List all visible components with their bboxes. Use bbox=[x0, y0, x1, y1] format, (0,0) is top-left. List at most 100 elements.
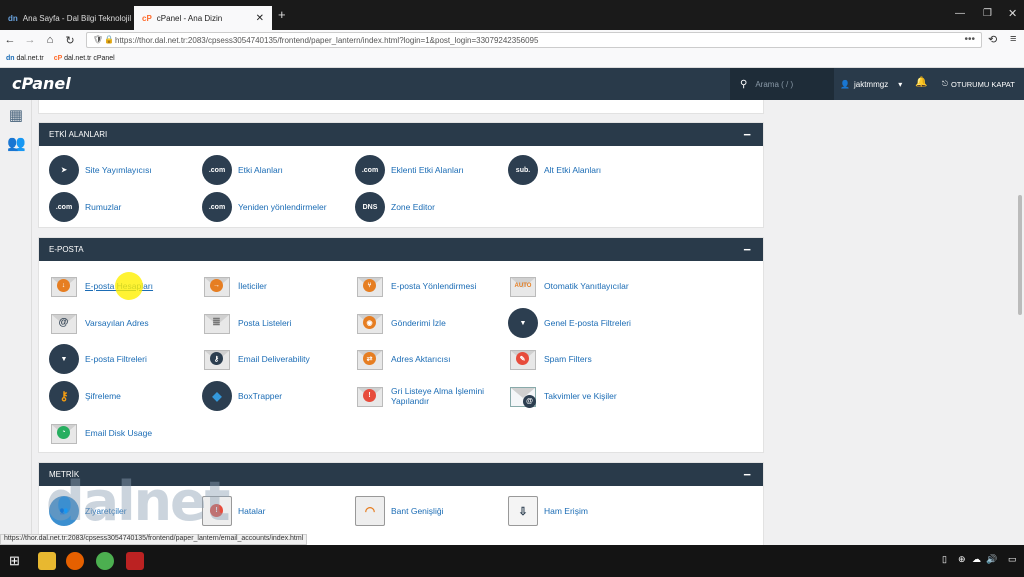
address-bar[interactable]: 🛡 🔒 https://thor.dal.net.tr:2083/cpsess3… bbox=[86, 32, 982, 48]
collapse-icon[interactable]: − bbox=[743, 467, 751, 482]
grid-icon[interactable]: ▦ bbox=[7, 106, 25, 124]
windows-start-icon[interactable]: ⊞ bbox=[9, 553, 20, 569]
lock-icon: 🔒 bbox=[104, 35, 114, 44]
network-icon[interactable]: ⊕ bbox=[958, 554, 966, 565]
search-icon: ⚲ bbox=[740, 78, 748, 90]
close-window-icon[interactable]: ✕ bbox=[1008, 7, 1017, 20]
collapse-icon[interactable]: − bbox=[743, 242, 751, 257]
calendars-contacts-item[interactable]: @ Takvimler ve Kişiler bbox=[508, 381, 658, 411]
username: jaktmmgz bbox=[853, 79, 889, 89]
reload-icon[interactable]: ↻ bbox=[60, 34, 80, 47]
document-download-icon: ⇩ bbox=[508, 496, 538, 526]
logout-icon: ⎋ bbox=[942, 79, 948, 88]
global-filters-item[interactable]: ▼ Genel E-posta Filtreleri bbox=[508, 308, 658, 338]
redirects-item[interactable]: .com Yeniden yönlendirmeler bbox=[202, 192, 352, 222]
default-address-item[interactable]: @ Varsayılan Adres bbox=[49, 308, 199, 338]
email-filters-item[interactable]: ▼ E-posta Filtreleri bbox=[49, 344, 199, 374]
back-icon[interactable]: ← bbox=[0, 34, 20, 46]
email-deliverability-item[interactable]: ⚷ Email Deliverability bbox=[202, 344, 352, 374]
bell-icon[interactable]: 🔔 bbox=[915, 77, 927, 88]
envelope-routing-icon: ⑂ bbox=[355, 271, 385, 301]
email-panel: E-POSTA − ↓ E-posta Hesapları → İleticil… bbox=[38, 237, 764, 453]
new-tab-icon[interactable]: + bbox=[278, 7, 286, 22]
bookmark-item[interactable]: cP dal.net.tr cPanel bbox=[54, 55, 115, 62]
scrollbar-thumb[interactable] bbox=[1018, 195, 1022, 315]
restore-icon[interactable]: ❐ bbox=[983, 8, 992, 19]
key-icon: ⚷ bbox=[49, 381, 79, 411]
volume-icon[interactable]: 🔊 bbox=[986, 554, 997, 565]
spam-filters-item[interactable]: ✎ Spam Filters bbox=[508, 344, 658, 374]
users-icon[interactable]: 👥 bbox=[7, 134, 26, 152]
com-redirect-icon: .com bbox=[202, 192, 232, 222]
dns-icon: DNS bbox=[355, 192, 385, 222]
greylisting-item[interactable]: ! Gri Listeye Alma İşlemini Yapılandır bbox=[355, 381, 505, 411]
boxtrapper-item[interactable]: ◆ BoxTrapper bbox=[202, 381, 352, 411]
bookmark-item[interactable]: dn dal.net.tr bbox=[6, 55, 44, 62]
aliases-item[interactable]: .com Rumuzlar bbox=[49, 192, 199, 222]
windows-taskbar: ⊞ ▯ ⊕ ☁ 🔊 ▭ bbox=[0, 545, 1024, 577]
raw-access-item[interactable]: ⇩ Ham Erişim bbox=[508, 496, 658, 526]
mailing-lists-item[interactable]: ≣ Posta Listeleri bbox=[202, 308, 352, 338]
envelope-pin-icon: ◉ bbox=[355, 308, 385, 338]
funnel-icon: ▼ bbox=[49, 344, 79, 374]
sidebar: ▦ 👥 bbox=[0, 100, 32, 545]
subdomains-item[interactable]: sub. Alt Etki Alanları bbox=[508, 155, 658, 185]
forwarders-item[interactable]: → İleticiler bbox=[202, 271, 352, 301]
autoresponders-item[interactable]: AUTO Otomatik Yanıtlayıcılar bbox=[508, 271, 658, 301]
shield-icon: 🛡 bbox=[93, 35, 104, 44]
cpanel-logo[interactable]: cPanel bbox=[12, 74, 71, 93]
chrome-icon[interactable] bbox=[96, 552, 114, 570]
browser-tab-bar: dn Ana Sayfa - Dal Bilgi Teknolojil ✕ cP… bbox=[0, 0, 1024, 30]
minimize-icon[interactable]: — bbox=[955, 8, 965, 19]
tab-ana-sayfa[interactable]: dn Ana Sayfa - Dal Bilgi Teknolojil ✕ bbox=[0, 6, 134, 30]
menu-icon[interactable]: ≡ bbox=[1010, 33, 1016, 45]
search-box[interactable]: ⚲ Arama ( / ) bbox=[730, 68, 834, 100]
envelope-list-icon: ≣ bbox=[202, 308, 232, 338]
collapse-icon[interactable]: − bbox=[743, 127, 751, 142]
panel-title: ETKİ ALANLARI bbox=[49, 130, 108, 139]
envelope-key-icon: ⚷ bbox=[202, 344, 232, 374]
calendar-at-icon: @ bbox=[508, 381, 538, 411]
dal-favicon-icon: dn bbox=[8, 13, 18, 23]
domains-panel-header[interactable]: ETKİ ALANLARI − bbox=[39, 123, 763, 146]
browser-nav-bar: ← → ⌂ ↻ 🛡 🔒 https://thor.dal.net.tr:2083… bbox=[0, 30, 1024, 50]
email-panel-header[interactable]: E-POSTA − bbox=[39, 238, 763, 261]
onedrive-icon[interactable]: ☁ bbox=[972, 554, 981, 565]
addon-domains-item[interactable]: .com Eklenti Etki Alanları bbox=[355, 155, 505, 185]
tab-cpanel[interactable]: cP cPanel - Ana Dizin ✕ bbox=[134, 6, 272, 30]
com-alias-icon: .com bbox=[49, 192, 79, 222]
email-routing-item[interactable]: ⑂ E-posta Yönlendirmesi bbox=[355, 271, 505, 301]
bandwidth-item[interactable]: ◠ Bant Genişliği bbox=[355, 496, 505, 526]
logout-button[interactable]: ⎋ OTURUMU KAPAT bbox=[942, 68, 1015, 100]
cursor-highlight bbox=[115, 272, 143, 300]
envelope-pie-icon: ◔ bbox=[49, 418, 79, 448]
notifications-icon[interactable]: ▭ bbox=[1008, 554, 1017, 565]
more-actions-icon[interactable]: ••• bbox=[964, 34, 975, 45]
envelope-warning-icon: ! bbox=[355, 381, 385, 411]
tab-title: cPanel - Ana Dizin bbox=[156, 13, 223, 23]
history-icon[interactable]: ⟲ bbox=[988, 33, 997, 46]
site-publisher-item[interactable]: ➤ Site Yayımlayıcısı bbox=[49, 155, 199, 185]
forward-icon[interactable]: → bbox=[20, 34, 40, 46]
address-importer-item[interactable]: ⇄ Adres Aktarıcısı bbox=[355, 344, 505, 374]
envelope-import-icon: ⇄ bbox=[355, 344, 385, 374]
domains-item[interactable]: .com Etki Alanları bbox=[202, 155, 352, 185]
envelope-download-icon: ↓ bbox=[49, 271, 79, 301]
track-delivery-item[interactable]: ◉ Gönderimi İzle bbox=[355, 308, 505, 338]
encryption-item[interactable]: ⚷ Şifreleme bbox=[49, 381, 199, 411]
scrollbar-track[interactable] bbox=[1016, 100, 1024, 545]
file-explorer-icon[interactable] bbox=[38, 552, 56, 570]
battery-icon[interactable]: ▯ bbox=[942, 554, 947, 565]
previous-panel bbox=[38, 100, 764, 114]
cpanel-favicon-icon: cP bbox=[53, 55, 65, 62]
email-disk-usage-item[interactable]: ◔ Email Disk Usage bbox=[49, 418, 199, 448]
filezilla-icon[interactable] bbox=[126, 552, 144, 570]
firefox-icon[interactable] bbox=[66, 552, 84, 570]
close-tab-icon[interactable]: ✕ bbox=[256, 13, 264, 24]
domains-panel: ETKİ ALANLARI − ➤ Site Yayımlayıcısı .co… bbox=[38, 122, 764, 228]
zone-editor-item[interactable]: DNS Zone Editor bbox=[355, 192, 505, 222]
url-text: https://thor.dal.net.tr:2083/cpsess30547… bbox=[115, 35, 539, 45]
home-icon[interactable]: ⌂ bbox=[40, 34, 60, 46]
user-menu[interactable]: 👤 jaktmmgz ▾ bbox=[840, 68, 902, 100]
envelope-at-icon: @ bbox=[49, 308, 79, 338]
